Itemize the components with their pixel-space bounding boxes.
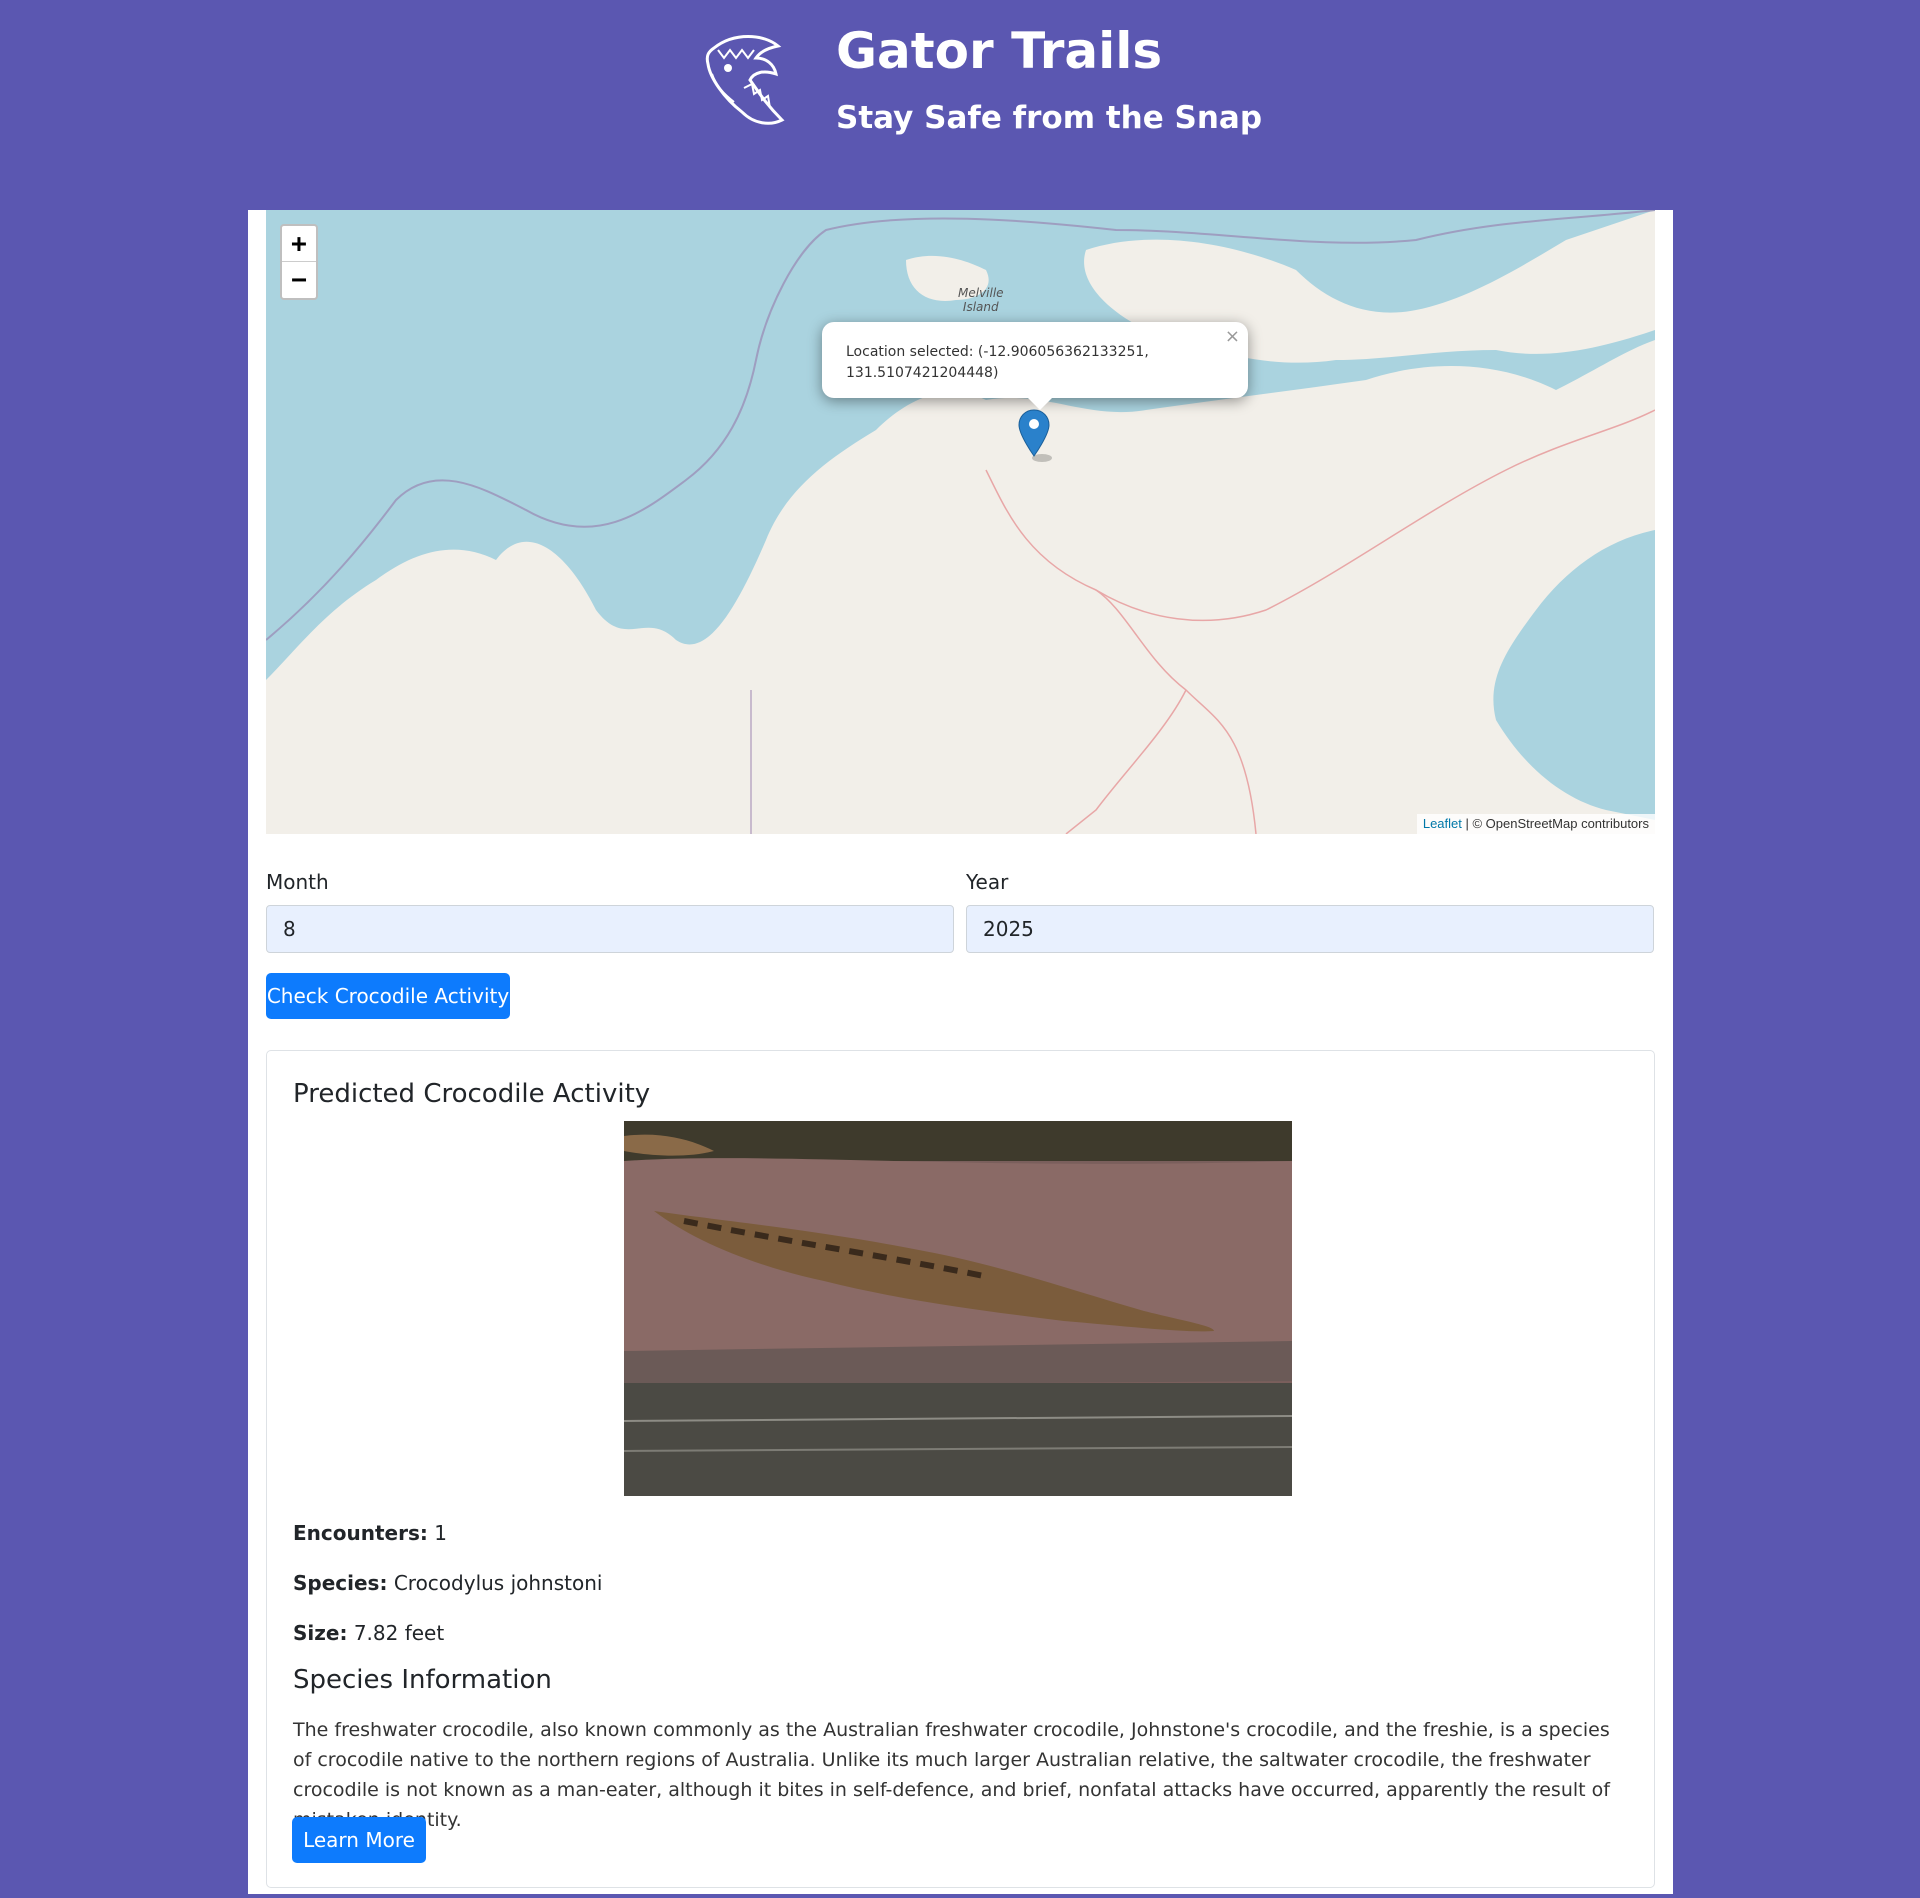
- size-value: 7.82 feet: [347, 1621, 445, 1645]
- species-row: Species: Crocodylus johnstoni: [293, 1571, 602, 1595]
- map-place-label: Melville Island: [958, 286, 1004, 314]
- site-subtitle: Stay Safe from the Snap: [836, 100, 1263, 136]
- month-input[interactable]: 8: [266, 905, 954, 953]
- species-label: Species:: [293, 1571, 388, 1595]
- species-info-text: The freshwater crocodile, also known com…: [293, 1719, 1610, 1831]
- map-place-label-line1: Melville: [958, 286, 1004, 300]
- site-header: Gator Trails Stay Safe from the Snap: [0, 0, 1920, 200]
- leaflet-link[interactable]: Leaflet: [1423, 816, 1462, 831]
- popup-text: Location selected: (-12.906056362133251,…: [846, 344, 1149, 381]
- main-container: + − Melville Island Location selected: (…: [248, 210, 1673, 1894]
- map-view[interactable]: + − Melville Island Location selected: (…: [266, 210, 1655, 834]
- size-label: Size:: [293, 1621, 348, 1645]
- zoom-out-button[interactable]: −: [282, 262, 316, 298]
- result-card: Predicted Crocodile Activity Encounters:…: [266, 1050, 1655, 1888]
- zoom-control: + −: [280, 224, 318, 300]
- check-activity-button[interactable]: Check Crocodile Activity: [266, 973, 510, 1019]
- species-info-title: Species Information: [293, 1665, 552, 1695]
- site-title: Gator Trails: [836, 22, 1163, 80]
- year-label: Year: [966, 870, 1009, 894]
- size-row: Size: 7.82 feet: [293, 1621, 444, 1645]
- map-place-label-line2: Island: [962, 300, 999, 314]
- popup-close-button[interactable]: ×: [1225, 326, 1240, 347]
- year-input[interactable]: 2025: [966, 905, 1654, 953]
- encounters-value: 1: [427, 1521, 447, 1545]
- encounters-label: Encounters:: [293, 1521, 428, 1545]
- map-attribution: Leaflet | © OpenStreetMap contributors: [1416, 814, 1655, 834]
- species-value: Crocodylus johnstoni: [387, 1571, 603, 1595]
- encounters-row: Encounters: 1: [293, 1521, 447, 1545]
- zoom-in-button[interactable]: +: [282, 226, 316, 262]
- map-marker-icon[interactable]: [1018, 408, 1054, 464]
- month-label: Month: [266, 870, 329, 894]
- crocodile-logo-icon: [705, 35, 785, 125]
- attribution-text: | © OpenStreetMap contributors: [1461, 816, 1650, 831]
- crocodile-photo: [624, 1121, 1292, 1496]
- location-popup: Location selected: (-12.906056362133251,…: [822, 322, 1248, 398]
- learn-more-button[interactable]: Learn More: [292, 1817, 426, 1863]
- result-title: Predicted Crocodile Activity: [293, 1079, 651, 1109]
